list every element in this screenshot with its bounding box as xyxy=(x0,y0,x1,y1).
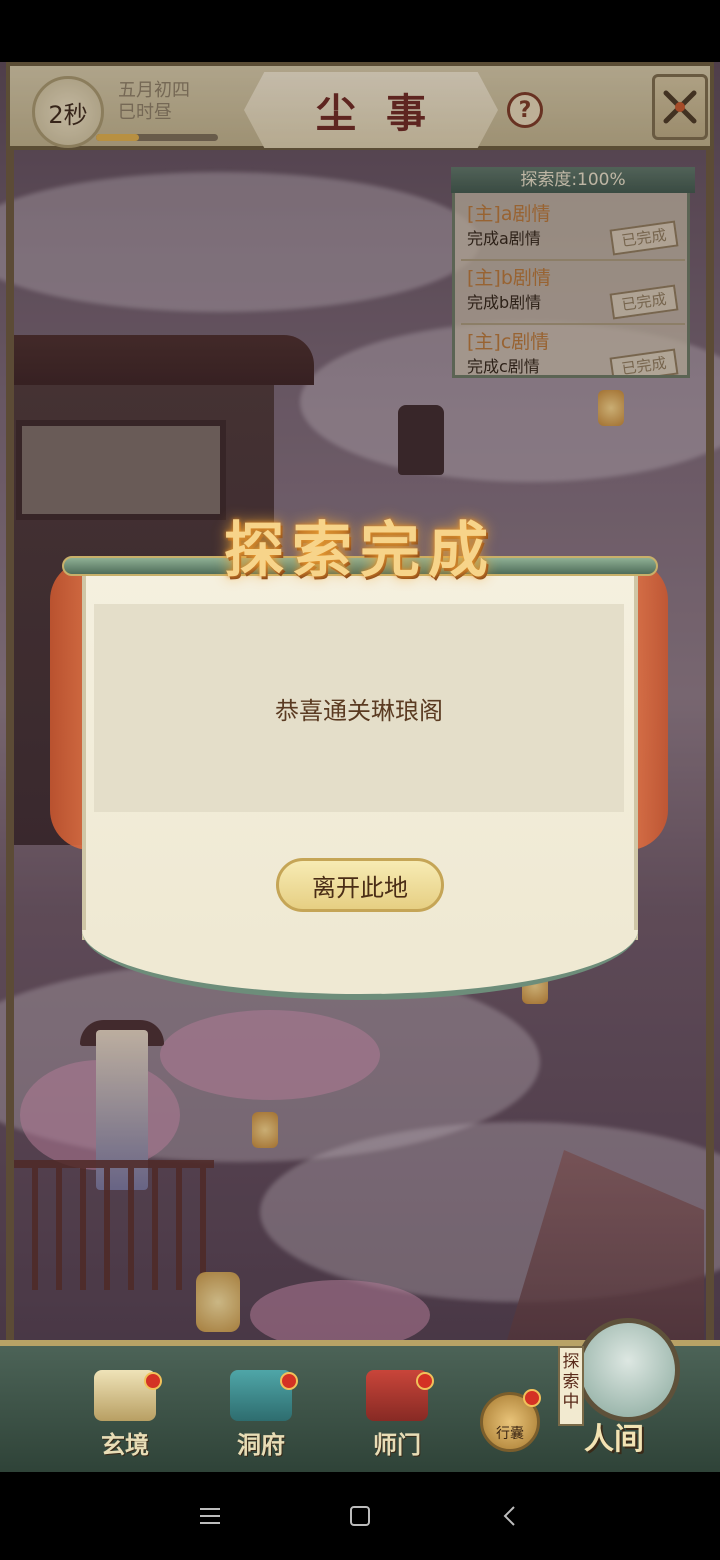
back-button[interactable] xyxy=(490,1498,530,1534)
dialog-message-box: 恭喜通关琳琅阁 xyxy=(94,604,624,812)
dialog-message: 恭喜通关琳琅阁 xyxy=(275,696,443,725)
nav-item-xuanjing[interactable]: 玄境 xyxy=(80,1370,170,1460)
status-bar xyxy=(0,0,720,62)
world-button[interactable] xyxy=(576,1318,680,1422)
world-label: 人间 xyxy=(584,1422,644,1457)
back-chevron-icon xyxy=(503,1506,515,1526)
dialog-title: 探索完成 xyxy=(224,515,496,586)
home-square-icon xyxy=(350,1506,370,1526)
notification-badge xyxy=(144,1372,162,1390)
notification-badge xyxy=(523,1389,541,1407)
nav-label: 玄境 xyxy=(101,1430,149,1459)
leave-button-label: 离开此地 xyxy=(312,873,408,902)
menu-button[interactable] xyxy=(190,1498,230,1534)
menu-icon xyxy=(200,1508,220,1524)
bag-label: 行囊 xyxy=(496,1426,524,1442)
nav-label: 洞府 xyxy=(237,1430,285,1459)
exploring-tag: 探索中 xyxy=(558,1346,584,1426)
system-nav-bar xyxy=(0,1472,720,1560)
notification-badge xyxy=(416,1372,434,1390)
leave-button[interactable]: 离开此地 xyxy=(276,858,444,912)
bag-button[interactable]: 行囊 xyxy=(480,1389,541,1452)
home-button[interactable] xyxy=(340,1498,380,1534)
nav-item-dongfu[interactable]: 洞府 xyxy=(216,1370,306,1460)
notification-badge xyxy=(280,1372,298,1390)
nav-label: 师门 xyxy=(373,1430,421,1459)
nav-item-shimen[interactable]: 师门 xyxy=(352,1370,442,1460)
